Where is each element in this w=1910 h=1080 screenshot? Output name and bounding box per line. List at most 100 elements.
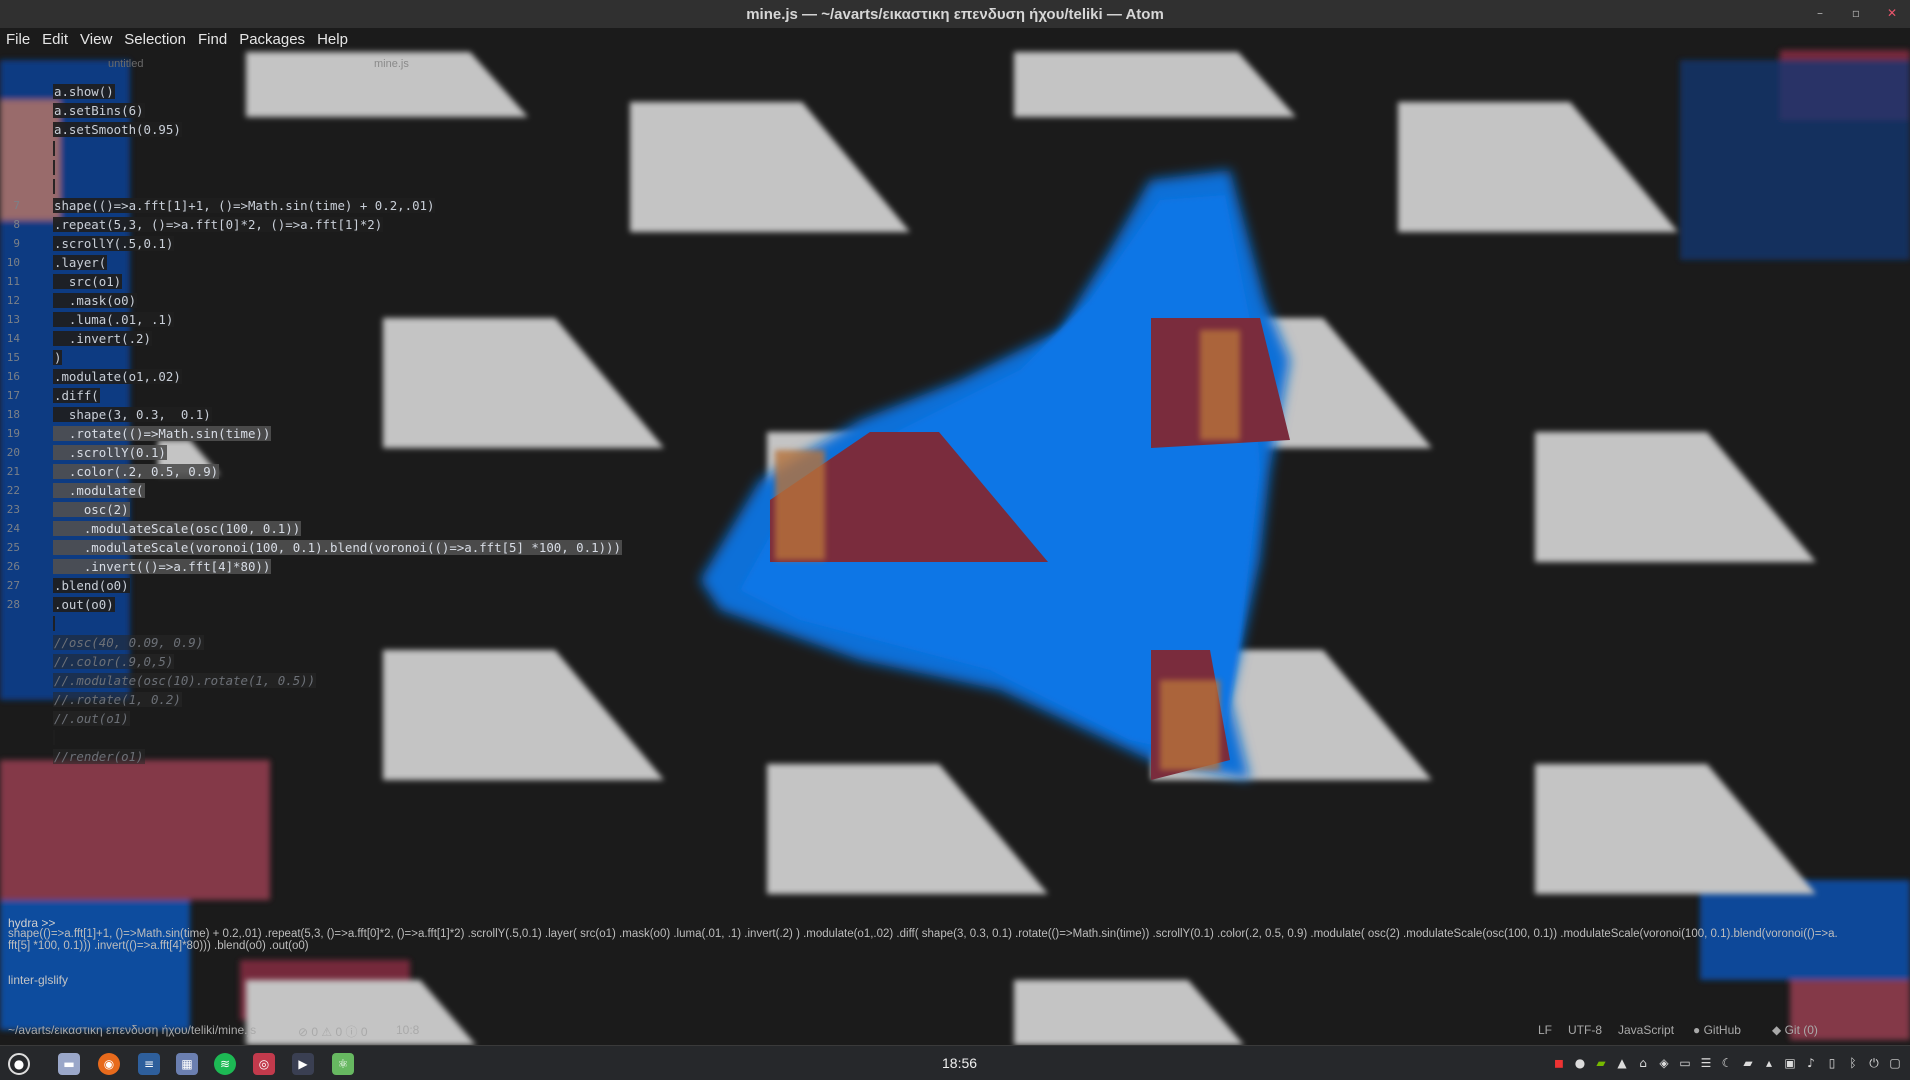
code-line[interactable]: 8 .repeat(5,3, ()=>a.fft[0]*2, ()=>a.fft[…	[0, 215, 700, 234]
text-editor-icon[interactable]: ≡	[138, 1053, 160, 1075]
maximize-button[interactable]: ▫	[1850, 6, 1862, 20]
menu-help[interactable]: Help	[317, 29, 354, 53]
line-number: 15	[6, 351, 20, 364]
code-line[interactable]	[0, 728, 700, 747]
code-line[interactable]: 13 .luma(.01, .1)	[0, 310, 700, 329]
code-line[interactable]: 25 .modulateScale(voronoi(100, 0.1).blen…	[0, 538, 700, 557]
status-diagnostics[interactable]: ⊘ 0 ⚠ 0 ⓘ 0	[298, 1023, 368, 1040]
code-line[interactable]: a.show()	[0, 82, 700, 101]
line-number: 9	[13, 237, 20, 250]
code-line[interactable]: 22 .modulate(	[0, 481, 700, 500]
code-line[interactable]: //render(o1)	[0, 747, 700, 766]
code-line[interactable]: 17 .diff(	[0, 386, 700, 405]
code-line[interactable]: 18 shape(3, 0.3, 0.1)	[0, 405, 700, 424]
code-line[interactable]: 7 shape(()=>a.fft[1]+1, ()=>Math.sin(time…	[0, 196, 700, 215]
menu-launcher-icon[interactable]: ●	[8, 1053, 30, 1075]
line-code: a.show()	[53, 82, 115, 101]
code-line[interactable]: //.out(o1)	[0, 709, 700, 728]
menu-view[interactable]: View	[80, 29, 118, 53]
code-line[interactable]: //.color(.9,0,5)	[0, 652, 700, 671]
menu-selection[interactable]: Selection	[124, 29, 192, 53]
menu-find[interactable]: Find	[198, 29, 233, 53]
status-line-ending[interactable]: LF	[1538, 1023, 1552, 1037]
notification-tray-icon[interactable]: ▴	[1762, 1054, 1776, 1072]
code-line[interactable]: 19 .rotate(()=>Math.sin(time))	[0, 424, 700, 443]
menu-tray-icon[interactable]: ☰	[1699, 1054, 1713, 1072]
files-icon[interactable]: ▬	[58, 1053, 80, 1075]
code-line[interactable]: 12 .mask(o0)	[0, 291, 700, 310]
battery-tray-icon[interactable]: ▯	[1825, 1054, 1839, 1072]
code-line[interactable]: 28 .out(o0)	[0, 595, 700, 614]
power-tray-icon[interactable]: ⏻	[1867, 1054, 1881, 1072]
upload-tray-icon[interactable]: ▲	[1615, 1054, 1629, 1072]
line-code-text: //render(o1)	[53, 749, 145, 764]
app-tray-icon[interactable]: ◼	[1552, 1054, 1566, 1072]
code-line[interactable]	[0, 614, 700, 633]
menu-edit[interactable]: Edit	[42, 29, 74, 53]
line-code: .layer(	[53, 253, 108, 272]
code-line[interactable]: 27 .blend(o0)	[0, 576, 700, 595]
display-tray-icon[interactable]: ▭	[1678, 1054, 1692, 1072]
status-grammar[interactable]: JavaScript	[1618, 1023, 1674, 1037]
volume-tray-icon[interactable]: ♪	[1804, 1054, 1818, 1072]
line-number: 17	[6, 389, 20, 402]
chat-tray-icon[interactable]: ●	[1573, 1054, 1587, 1072]
status-github[interactable]: ● GitHub	[1693, 1023, 1741, 1037]
bluetooth-tray-icon[interactable]: ᛒ	[1846, 1054, 1860, 1072]
code-line[interactable]: 24 .modulateScale(osc(100, 0.1))	[0, 519, 700, 538]
tab-mine-js[interactable]: mine.js	[374, 58, 409, 70]
code-editor[interactable]: a.show() a.setBins(6) a.setSmooth(0.95) 7 sh…	[0, 82, 700, 766]
code-line[interactable]: 26 .invert(()=>a.fft[4]*80))	[0, 557, 700, 576]
close-button[interactable]: ✕	[1886, 6, 1898, 20]
code-line[interactable]: a.setBins(6)	[0, 101, 700, 120]
nvidia-tray-icon[interactable]: ▰	[1594, 1054, 1608, 1072]
atom-icon[interactable]: ⚛	[332, 1053, 354, 1075]
taskbar-clock[interactable]: 18:56	[942, 1055, 977, 1071]
code-line[interactable]: 11 src(o1)	[0, 272, 700, 291]
home-tray-icon[interactable]: ⌂	[1636, 1054, 1650, 1072]
line-number: 12	[6, 294, 20, 307]
code-line[interactable]: //.modulate(osc(10).rotate(1, 0.5))	[0, 671, 700, 690]
spotify-icon[interactable]: ≋	[214, 1053, 236, 1075]
line-code: .luma(.01, .1)	[53, 310, 175, 329]
tab-untitled[interactable]: untitled	[108, 58, 143, 70]
status-encoding[interactable]: UTF-8	[1568, 1023, 1602, 1037]
code-line[interactable]: 9 .scrollY(.5,0.1)	[0, 234, 700, 253]
code-line[interactable]: 10 .layer(	[0, 253, 700, 272]
line-number: 22	[6, 484, 20, 497]
menu-packages[interactable]: Packages	[239, 29, 311, 53]
code-line[interactable]: a.setSmooth(0.95)	[0, 120, 700, 139]
calculator-icon[interactable]: ▦	[176, 1053, 198, 1075]
code-line[interactable]: 15)	[0, 348, 700, 367]
code-line[interactable]	[0, 139, 700, 158]
status-git[interactable]: ◆ Git (0)	[1772, 1023, 1818, 1037]
night-mode-tray-icon[interactable]: ☾	[1720, 1054, 1734, 1072]
line-number: 28	[6, 598, 20, 611]
minimize-button[interactable]: –	[1814, 6, 1826, 20]
status-cursor-position[interactable]: 10:8	[396, 1023, 419, 1037]
status-file-path[interactable]: ~/avarts/εικαστικη επενδυση ήχου/teliki/…	[8, 1023, 256, 1037]
line-code: .color(.2, 0.5, 0.9)	[53, 462, 220, 481]
game-icon[interactable]: ◎	[253, 1053, 275, 1075]
code-line[interactable]: 16 .modulate(o1,.02)	[0, 367, 700, 386]
code-line[interactable]: //osc(40, 0.09, 0.9)	[0, 633, 700, 652]
media-player-icon[interactable]: ▶	[292, 1053, 314, 1075]
line-code: //osc(40, 0.09, 0.9)	[53, 633, 205, 652]
firefox-icon[interactable]: ◉	[98, 1053, 120, 1075]
menu-file[interactable]: File	[6, 29, 36, 53]
network-tray-icon[interactable]: ◈	[1657, 1054, 1671, 1072]
code-line[interactable]: //.rotate(1, 0.2)	[0, 690, 700, 709]
folder-tray-icon[interactable]: ▰	[1741, 1054, 1755, 1072]
clipboard-tray-icon[interactable]: ▣	[1783, 1054, 1797, 1072]
overflow-tray-icon[interactable]: ▢	[1888, 1054, 1902, 1072]
code-line[interactable]	[0, 158, 700, 177]
code-line[interactable]	[0, 177, 700, 196]
line-code: .modulateScale(osc(100, 0.1))	[53, 519, 302, 538]
code-line[interactable]: 21 .color(.2, 0.5, 0.9)	[0, 462, 700, 481]
code-line[interactable]: 20 .scrollY(0.1)	[0, 443, 700, 462]
window-title-bar[interactable]: mine.js — ~/avarts/εικαστικη επενδυση ήχ…	[0, 0, 1910, 28]
code-line[interactable]: 14 .invert(.2)	[0, 329, 700, 348]
line-code: src(o1)	[53, 272, 123, 291]
line-code-text: .out(o0)	[53, 597, 115, 612]
code-line[interactable]: 23 osc(2)	[0, 500, 700, 519]
